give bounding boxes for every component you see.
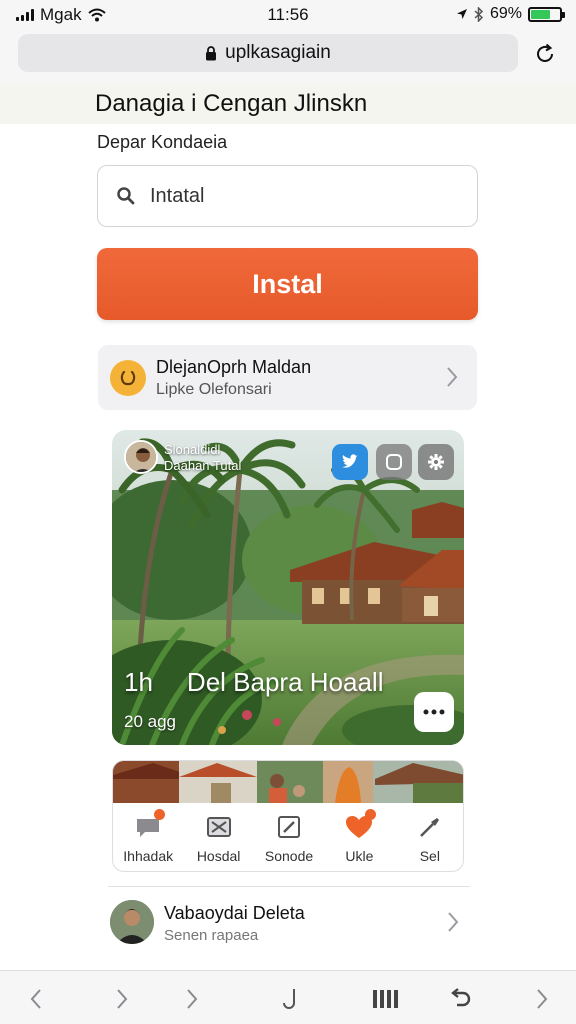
browser-toolbar: uplkasagiain [0, 30, 576, 84]
instagram-share-button[interactable] [376, 444, 412, 480]
battery-icon [528, 6, 565, 22]
install-button[interactable]: Instal [97, 248, 478, 320]
comment-icon [133, 809, 166, 842]
chevron-left-icon [30, 989, 41, 1009]
profile-avatar [110, 360, 146, 396]
page-title: Danagia i Cengan Jlinskn [95, 90, 368, 117]
page-title-band: Danagia i Cengan Jlinskn [0, 84, 576, 124]
action-share[interactable]: Sel [395, 803, 463, 871]
hook-button[interactable] [276, 985, 304, 1013]
edit-icon [274, 812, 304, 842]
action-comment[interactable]: Ihhadak [113, 803, 183, 871]
profile-card[interactable]: DlejanOprh Maldan Lipke Olefonsari [98, 345, 477, 410]
horseshoe-icon [120, 370, 136, 386]
action-label: Ihhadak [123, 848, 174, 864]
search-box[interactable] [97, 165, 478, 227]
next-button[interactable] [178, 985, 206, 1013]
action-label: Sonode [264, 848, 314, 864]
twitter-share-button[interactable] [332, 444, 368, 480]
post-card[interactable]: Slonaldidl Daahan Tutal 1h Del Bapra Hoaa… [112, 430, 464, 745]
bottom-toolbar [0, 970, 576, 1024]
url-text: uplkasagiain [225, 42, 331, 63]
share-icon [415, 812, 445, 842]
post-caption-prefix: 1h [124, 667, 153, 697]
search-icon [117, 187, 135, 205]
post-author: Slonaldidl Daahan Tutal [164, 442, 241, 474]
bookmark-icon [204, 812, 234, 842]
url-bar[interactable]: uplkasagiain [18, 34, 518, 72]
more-button[interactable] [414, 692, 454, 732]
photo-strip [113, 761, 463, 803]
tabs-button[interactable] [372, 985, 402, 1013]
like-icon [344, 809, 377, 842]
profile-card-subtitle: Lipke Olefonsari [156, 381, 272, 398]
post-author-name: Slonaldidl [164, 442, 221, 457]
chevron-right-icon [448, 912, 459, 932]
forward-button[interactable] [108, 985, 136, 1013]
chevron-right-icon [187, 989, 198, 1009]
post-caption: 1h Del Bapra Hoaall [124, 667, 383, 698]
undo-button[interactable] [446, 985, 474, 1013]
location-icon [456, 9, 467, 19]
section-label: Depar Kondaeia [97, 132, 228, 152]
bluetooth-icon [474, 6, 484, 22]
battery-percent: 69% [489, 5, 522, 22]
search-input[interactable] [150, 184, 430, 208]
post-author-avatar[interactable] [124, 440, 158, 474]
instagram-icon [386, 454, 402, 470]
post-caption-text: Del Bapra Hoaall [186, 667, 384, 697]
action-bar: Ihhadak Hosdal Sonode Ukle Sel [113, 803, 463, 871]
menu-forward-button[interactable] [528, 985, 556, 1013]
chevron-right-icon [537, 989, 548, 1009]
settings-share-button[interactable] [418, 444, 454, 480]
back-button[interactable] [22, 985, 50, 1013]
person-avatar [110, 900, 154, 944]
more-icon [423, 709, 445, 715]
hook-icon [283, 989, 295, 1009]
post-author-subtitle: Daahan Tutal [164, 458, 242, 473]
undo-icon [451, 988, 471, 1007]
divider [108, 886, 470, 887]
profile-card-title: DlejanOprh Maldan [156, 357, 312, 377]
post-count: 20 agg [124, 712, 176, 731]
action-label: Hosdal [196, 848, 241, 864]
status-right: 69% [456, 5, 565, 23]
status-bar: Mgak 11:56 69% [0, 0, 576, 30]
tabs-icon [373, 990, 398, 1008]
chevron-right-icon [117, 989, 128, 1009]
reload-icon [537, 43, 553, 62]
person-photo [110, 900, 154, 944]
action-like[interactable]: Ukle [324, 803, 394, 871]
action-edit[interactable]: Sonode [254, 803, 324, 871]
person-row[interactable]: Vabaoydai Deleta Senen rapaea [110, 898, 472, 950]
action-card: Ihhadak Hosdal Sonode Ukle Sel [112, 760, 464, 872]
action-bookmark[interactable]: Hosdal [183, 803, 253, 871]
person-name: Vabaoydai Deleta [164, 903, 305, 923]
reload-button[interactable] [530, 39, 560, 69]
action-label: Sel [419, 848, 440, 864]
chevron-right-icon [447, 367, 458, 387]
settings-icon [428, 454, 444, 470]
person-subtitle: Senen rapaea [164, 927, 259, 944]
action-label: Ukle [345, 848, 374, 864]
twitter-icon [342, 454, 358, 468]
lock-icon [206, 45, 217, 60]
